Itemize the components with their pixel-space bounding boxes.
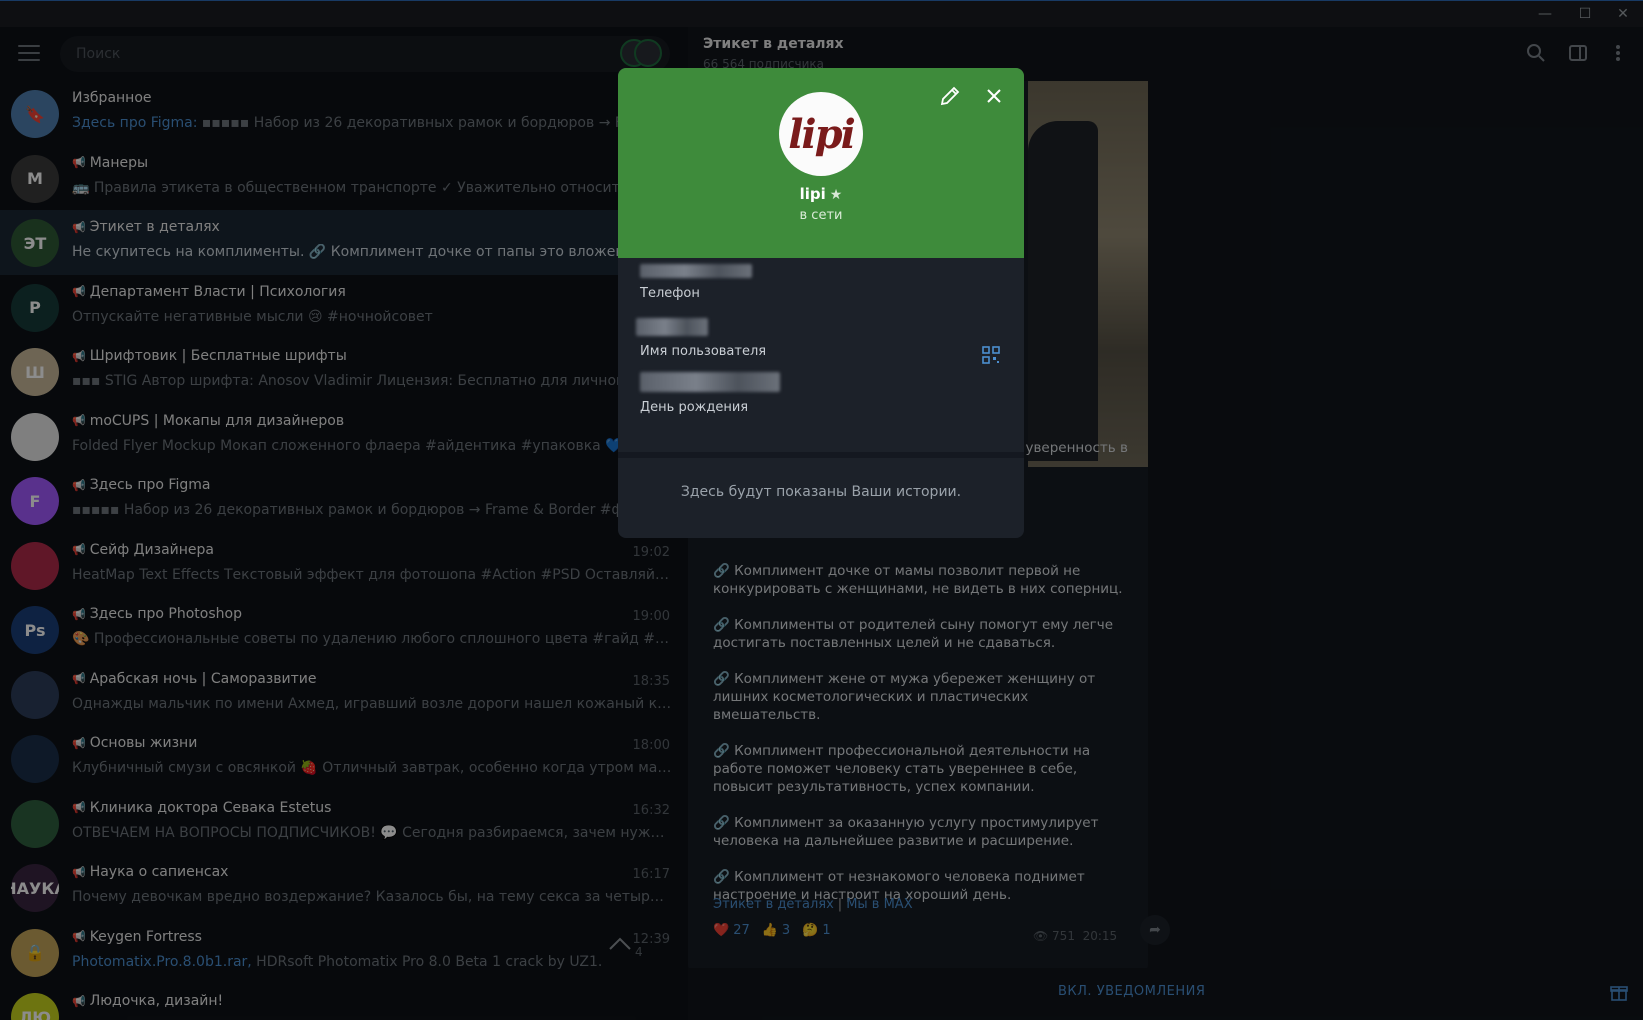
phone-row[interactable]: Телефон: [640, 264, 1000, 301]
modal-divider: [618, 452, 1024, 458]
profile-name: lipi ★: [799, 185, 843, 203]
stories-placeholder: Здесь будут показаны Ваши истории.: [680, 484, 962, 500]
profile-status: в сети: [799, 208, 843, 223]
profile-header: lipi lipi ★ в сети: [618, 68, 1024, 258]
premium-star-icon: ★: [829, 187, 843, 203]
close-icon[interactable]: [982, 84, 1006, 108]
phone-label: Телефон: [640, 286, 700, 301]
profile-modal: lipi lipi ★ в сети Телефон Имя пользовате…: [618, 68, 1024, 538]
phone-value-redacted: [640, 264, 752, 278]
birthday-label: День рождения: [640, 400, 749, 415]
username-row[interactable]: Имя пользователя: [636, 318, 1000, 359]
profile-avatar[interactable]: lipi: [779, 92, 863, 176]
username-label: Имя пользователя: [640, 344, 767, 359]
birthday-value-redacted: [640, 372, 780, 392]
username-value-redacted: [636, 318, 708, 336]
qr-code-icon[interactable]: [982, 346, 1000, 364]
birthday-row[interactable]: День рождения: [640, 372, 1000, 415]
edit-icon[interactable]: [938, 84, 962, 108]
